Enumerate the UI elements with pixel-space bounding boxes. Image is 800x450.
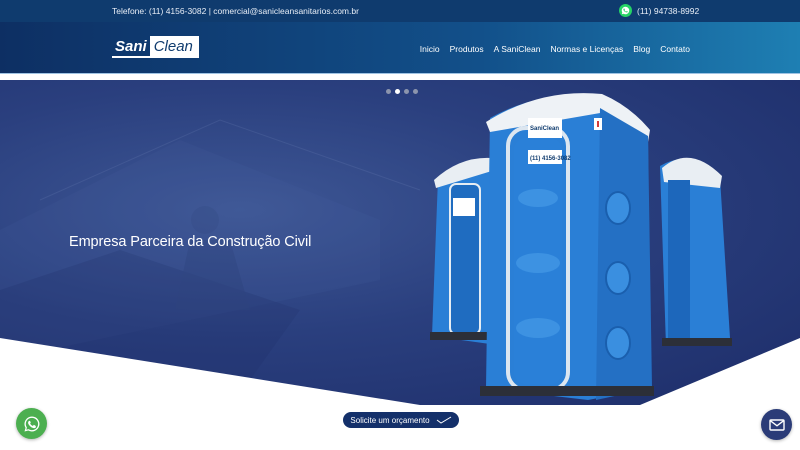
logo-sani-text: Sani <box>112 36 150 58</box>
whatsapp-float-button[interactable] <box>16 408 47 439</box>
nav-contato[interactable]: Contato <box>660 44 690 54</box>
check-arrow-icon <box>436 416 451 424</box>
nav-a-saniclean[interactable]: A SaniClean <box>494 44 541 54</box>
logo-clean-text: Clean <box>149 36 199 58</box>
whatsapp-contact[interactable]: (11) 94738-8992 <box>619 4 699 17</box>
request-quote-button[interactable]: Solicite um orçamento <box>343 412 459 428</box>
whatsapp-icon <box>619 4 632 17</box>
contact-info[interactable]: Telefone: (11) 4156-3082 | comercial@san… <box>112 6 359 16</box>
saniclean-logo[interactable]: Sani Clean <box>112 36 199 58</box>
hero-slider: Empresa Parceira da Construção Civil San… <box>0 80 800 405</box>
nav-inicio[interactable]: Inicio <box>420 44 440 54</box>
main-nav: Inicio Produtos A SaniClean Normas e Lic… <box>420 44 690 54</box>
nav-normas-e-licencas[interactable]: Normas e Licenças <box>550 44 623 54</box>
whatsapp-number: (11) 94738-8992 <box>637 5 700 16</box>
request-quote-label: Solicite um orçamento <box>350 415 430 425</box>
top-contact-bar: Telefone: (11) 4156-3082 | comercial@san… <box>0 0 800 22</box>
page: Telefone: (11) 4156-3082 | comercial@san… <box>0 0 800 450</box>
site-header: Sani Clean Inicio Produtos A SaniClean N… <box>0 22 800 74</box>
hero-diagonal-cut <box>0 338 800 405</box>
whatsapp-icon <box>24 416 39 431</box>
nav-blog[interactable]: Blog <box>633 44 650 54</box>
nav-produtos[interactable]: Produtos <box>450 44 484 54</box>
mail-icon <box>768 418 785 431</box>
mail-float-button[interactable] <box>761 409 792 440</box>
